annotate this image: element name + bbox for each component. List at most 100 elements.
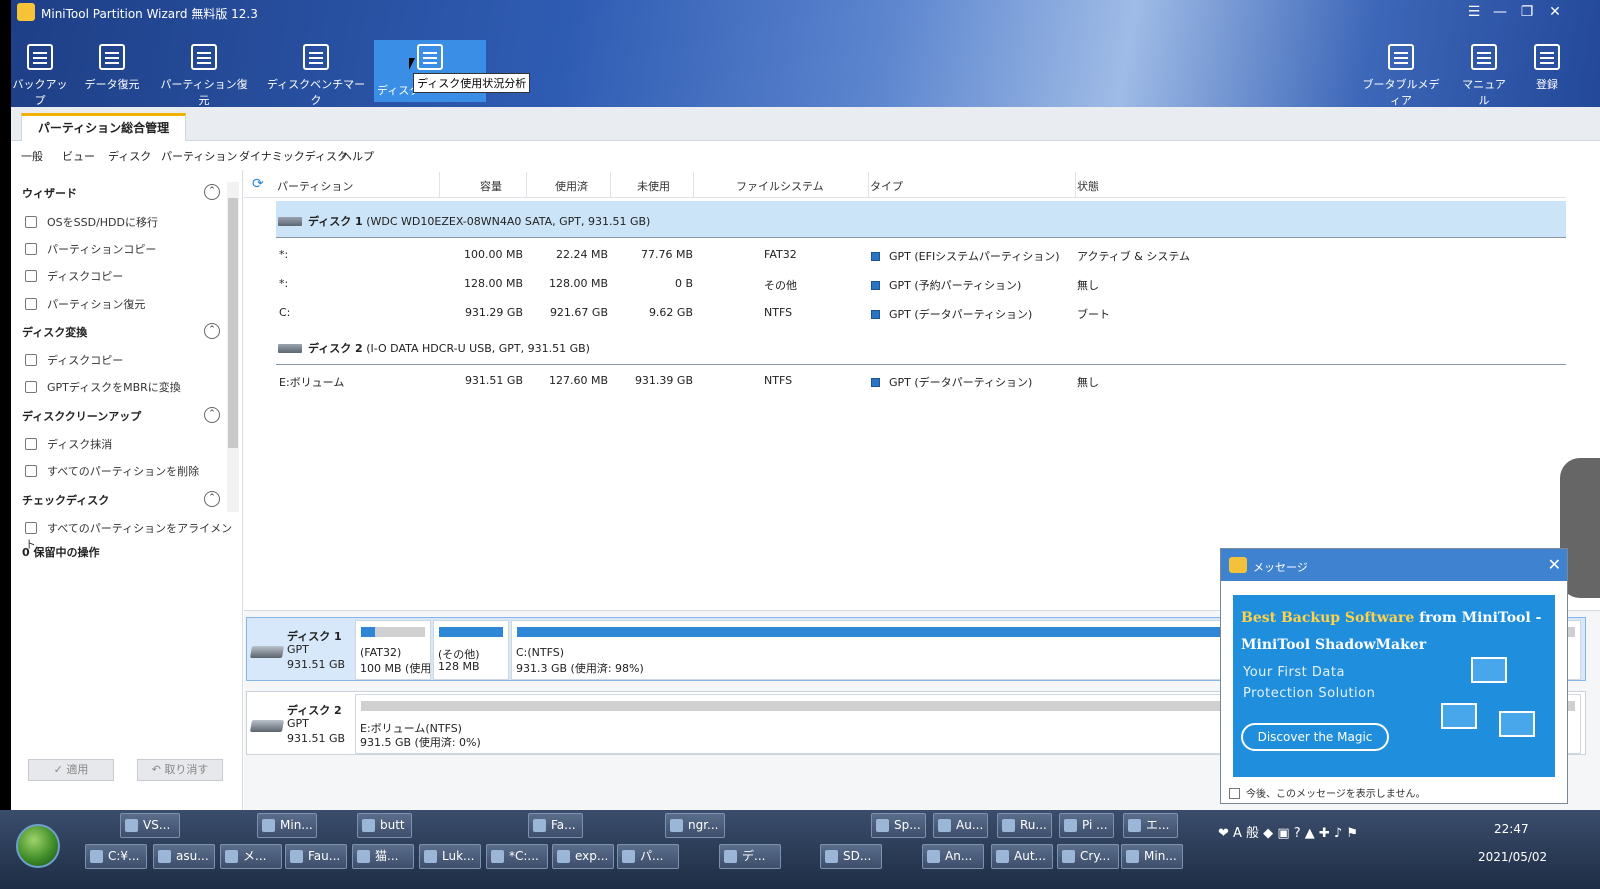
toolbar-data-recovery[interactable]: データ復元 <box>81 40 143 102</box>
sidebar-item-copy-disk-2[interactable]: ディスクコピー <box>25 352 123 368</box>
col-status[interactable]: 状態 <box>1077 178 1099 194</box>
sidebar-item-wipe-disk[interactable]: ディスク抹消 <box>25 436 112 452</box>
toolbar-register[interactable]: 登録 <box>1530 40 1564 102</box>
col-capacity[interactable]: 容量 <box>480 178 502 194</box>
taskbar-button[interactable]: VS... <box>120 813 180 838</box>
migrate-icon <box>25 216 37 228</box>
clock-time[interactable]: 22:47 <box>1494 822 1529 836</box>
taskbar-button[interactable]: Aut... <box>991 844 1053 869</box>
refresh-icon[interactable]: ⟳ <box>252 176 264 192</box>
section-check-disk: チェックディスク <box>22 494 110 507</box>
collapse-wizard-button[interactable]: ⌃ <box>204 184 220 200</box>
taskbar-button[interactable]: エ... <box>1123 813 1178 838</box>
col-type[interactable]: タイプ <box>870 178 903 194</box>
collapse-check-button[interactable]: ⌃ <box>204 491 220 507</box>
partition-block[interactable]: (その他) 128 MB <box>433 620 509 680</box>
taskbar-button[interactable]: exp... <box>552 844 614 869</box>
table-header: ⟳ パーティション 容量 使用済 未使用 ファイルシステム タイプ 状態 <box>244 170 1566 198</box>
sidebar-item-copy-partition[interactable]: パーティションコピー <box>25 241 156 257</box>
sidebar: ウィザード ⌃ OSをSSD/HDDに移行 パーティションコピー ディスクコピー… <box>11 170 243 810</box>
disk-row-1[interactable]: ディスク 1 (WDC WD10EZEX-08WN4A0 SATA, GPT, … <box>276 201 1566 238</box>
tab-partition-management[interactable]: パーティション総合管理 <box>21 113 186 141</box>
toolbar-backup[interactable]: バックアップ <box>11 40 69 107</box>
col-filesystem[interactable]: ファイルシステム <box>736 178 824 194</box>
taskbar-button[interactable]: Au... <box>933 813 988 838</box>
taskbar-button[interactable]: Fa... <box>528 813 583 838</box>
sidebar-scrollbar[interactable] <box>227 182 239 512</box>
partition-block[interactable]: (FAT32) 100 MB (使用 <box>355 620 431 680</box>
taskbar-button[interactable]: C:¥... <box>85 844 147 869</box>
dont-show-checkbox[interactable]: 今後、このメッセージを表示しません。 <box>1229 785 1426 800</box>
start-button[interactable] <box>16 824 60 868</box>
title-toolbar: MiniTool Partition Wizard 無料版 12.3 ☰ — ❐… <box>11 0 1600 107</box>
taskbar-button[interactable]: 猫... <box>352 844 414 869</box>
popup-close-icon[interactable]: ✕ <box>1548 555 1561 574</box>
sidebar-item-gpt-to-mbr[interactable]: GPTディスクをMBRに変換 <box>25 379 181 395</box>
menu-disk[interactable]: ディスク <box>108 148 151 164</box>
restore-button[interactable]: ❐ <box>1516 3 1538 21</box>
taskbar-button[interactable]: パ... <box>617 844 679 869</box>
ad-banner[interactable]: Best Backup Software from MiniTool - Min… <box>1233 595 1555 777</box>
close-button[interactable]: ✕ <box>1544 3 1566 21</box>
taskbar-button[interactable]: An... <box>922 844 984 869</box>
col-unused[interactable]: 未使用 <box>637 178 670 194</box>
table-row[interactable]: E:ボリューム 931.51 GB 127.60 MB 931.39 GB NT… <box>276 366 1566 394</box>
taskbar-button[interactable]: Cry... <box>1057 844 1119 869</box>
register-icon <box>1534 44 1560 70</box>
bootable-media-icon <box>1388 44 1414 70</box>
taskbar-button[interactable]: Min... <box>257 813 317 838</box>
collapse-cleanup-button[interactable]: ⌃ <box>204 407 220 423</box>
taskbar-button[interactable]: asu... <box>153 844 215 869</box>
taskbar-button[interactable]: Fau... <box>285 844 347 869</box>
sidebar-item-copy-disk[interactable]: ディスクコピー <box>25 268 123 284</box>
taskbar-button[interactable]: Ru... <box>997 813 1052 838</box>
col-used[interactable]: 使用済 <box>555 178 588 194</box>
taskbar-button[interactable]: ngr... <box>665 813 725 838</box>
scrollbar-thumb[interactable] <box>228 198 238 448</box>
taskbar-button[interactable]: Luk... <box>419 844 481 869</box>
minimize-button[interactable]: — <box>1489 3 1511 21</box>
toolbar-manual[interactable]: マニュアル <box>1459 40 1509 107</box>
toolbar-bootable-media[interactable]: ブータブルメディア <box>1359 40 1443 107</box>
menu-partition[interactable]: パーティション <box>161 148 237 164</box>
toolbar-partition-recovery[interactable]: パーティション復元 <box>156 40 252 107</box>
table-row[interactable]: C: 931.29 GB 921.67 GB 9.62 GB NTFS GPT … <box>276 298 1566 326</box>
taskbar-button[interactable]: SD... <box>820 844 882 869</box>
computer-icon <box>1499 711 1535 737</box>
apply-button[interactable]: ✓ 適用 <box>28 759 114 781</box>
taskbar-button[interactable]: Pi ... <box>1059 813 1114 838</box>
disk-row-2[interactable]: ディスク 2 (I-O DATA HDCR-U USB, GPT, 931.51… <box>276 328 1566 365</box>
disk-info: ディスク 2 GPT 931.51 GB <box>247 692 353 754</box>
sidebar-item-delete-all[interactable]: すべてのパーティションを削除 <box>25 463 199 479</box>
app-logo-icon <box>17 3 35 21</box>
menu-help[interactable]: ヘルプ <box>341 148 374 164</box>
taskbar-button[interactable]: *C:... <box>486 844 548 869</box>
disk-info: ディスク 1 GPT 931.51 GB <box>247 618 353 680</box>
checkbox[interactable] <box>1229 788 1240 799</box>
taskbar-button[interactable]: butt <box>357 813 412 838</box>
sidebar-item-migrate-os[interactable]: OSをSSD/HDDに移行 <box>25 214 158 230</box>
toolbar-disk-benchmark[interactable]: ディスクベンチマーク <box>264 40 368 107</box>
menu-icon[interactable]: ☰ <box>1463 3 1485 21</box>
tooltip: ディスク使用状況分析 <box>413 73 531 93</box>
discover-button[interactable]: Discover the Magic <box>1241 723 1389 751</box>
menu-dynamic-disk[interactable]: ダイナミックディスク <box>239 148 348 164</box>
menu-general[interactable]: 一般 <box>21 148 43 164</box>
taskbar-button[interactable]: Sp... <box>871 813 926 838</box>
hdd-icon <box>249 646 285 658</box>
taskbar-button[interactable]: Min... <box>1121 844 1183 869</box>
backup-icon <box>27 44 53 70</box>
col-partition[interactable]: パーティション <box>277 178 353 194</box>
table-row[interactable]: *: 100.00 MB 22.24 MB 77.76 MB FAT32 GPT… <box>276 240 1566 268</box>
sidebar-item-partition-recovery[interactable]: パーティション復元 <box>25 296 145 312</box>
tray-icons[interactable]: ❤ A 般 ◆ ▣ ? ▲ ✚ ♪ ⚑ <box>1218 822 1358 841</box>
table-row[interactable]: *: 128.00 MB 128.00 MB 0 B その他 GPT (予約パー… <box>276 269 1566 297</box>
menu-view[interactable]: ビュー <box>62 148 95 164</box>
undo-button[interactable]: ↶ 取り消す <box>137 759 223 781</box>
collapse-convert-button[interactable]: ⌃ <box>204 323 220 339</box>
section-wizard: ウィザード <box>22 187 77 200</box>
taskbar-button[interactable]: メ... <box>220 844 282 869</box>
clock-date[interactable]: 2021/05/02 <box>1478 850 1547 864</box>
taskbar-button[interactable]: デ... <box>719 844 781 869</box>
partition-recovery-icon <box>191 44 217 70</box>
